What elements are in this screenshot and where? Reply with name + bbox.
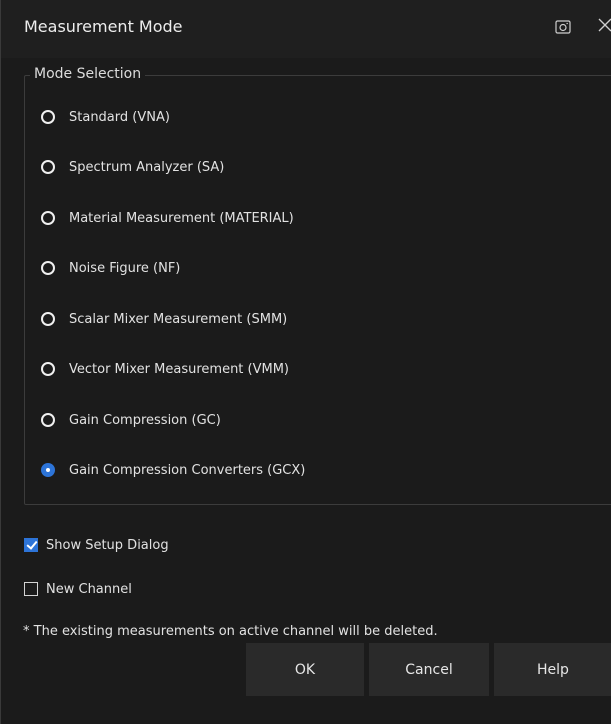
radio-label: Gain Compression Converters (GCX) — [69, 462, 306, 478]
title-bar: Measurement Mode — [1, 0, 611, 58]
warning-note: * The existing measurements on active ch… — [23, 624, 438, 639]
ok-button[interactable]: OK — [246, 643, 364, 696]
radio-standard-vna[interactable]: Standard (VNA) — [41, 107, 170, 127]
close-icon[interactable] — [596, 16, 611, 34]
show-setup-dialog-checkbox[interactable] — [24, 538, 38, 552]
radio-button[interactable] — [41, 261, 55, 275]
radio-label: Vector Mixer Measurement (VMM) — [69, 361, 290, 377]
radio-spectrum-analyzer[interactable]: Spectrum Analyzer (SA) — [41, 157, 224, 177]
new-channel-checkbox-row[interactable]: New Channel — [24, 580, 132, 598]
radio-gain-compression[interactable]: Gain Compression (GC) — [41, 410, 221, 430]
radio-vector-mixer[interactable]: Vector Mixer Measurement (VMM) — [41, 359, 289, 379]
radio-gain-compression-converters[interactable]: Gain Compression Converters (GCX) — [41, 460, 305, 480]
new-channel-checkbox[interactable] — [24, 582, 38, 596]
radio-noise-figure[interactable]: Noise Figure (NF) — [41, 258, 180, 278]
radio-label: Noise Figure (NF) — [69, 260, 181, 276]
cancel-button[interactable]: Cancel — [369, 643, 489, 696]
mode-selection-group — [24, 75, 611, 505]
radio-button[interactable] — [41, 110, 55, 124]
radio-button[interactable] — [41, 211, 55, 225]
radio-label: Standard (VNA) — [69, 109, 170, 125]
camera-icon[interactable] — [554, 18, 572, 36]
radio-scalar-mixer[interactable]: Scalar Mixer Measurement (SMM) — [41, 309, 287, 329]
radio-label: Spectrum Analyzer (SA) — [69, 159, 225, 175]
show-setup-dialog-checkbox-row[interactable]: Show Setup Dialog — [24, 536, 169, 554]
radio-button[interactable] — [41, 362, 55, 376]
measurement-mode-dialog: Measurement Mode Mode Selection Standard… — [0, 0, 611, 724]
radio-button[interactable] — [41, 160, 55, 174]
mode-selection-title: Mode Selection — [30, 66, 146, 82]
radio-label: Material Measurement (MATERIAL) — [69, 210, 294, 226]
radio-button-selected[interactable] — [41, 463, 55, 477]
radio-label: Gain Compression (GC) — [69, 412, 221, 428]
radio-label: Scalar Mixer Measurement (SMM) — [69, 311, 288, 327]
help-button[interactable]: Help — [494, 643, 611, 696]
show-setup-dialog-label: Show Setup Dialog — [46, 537, 169, 553]
radio-material-measurement[interactable]: Material Measurement (MATERIAL) — [41, 208, 294, 228]
new-channel-label: New Channel — [46, 581, 132, 597]
dialog-title: Measurement Mode — [24, 17, 183, 36]
radio-button[interactable] — [41, 312, 55, 326]
radio-button[interactable] — [41, 413, 55, 427]
